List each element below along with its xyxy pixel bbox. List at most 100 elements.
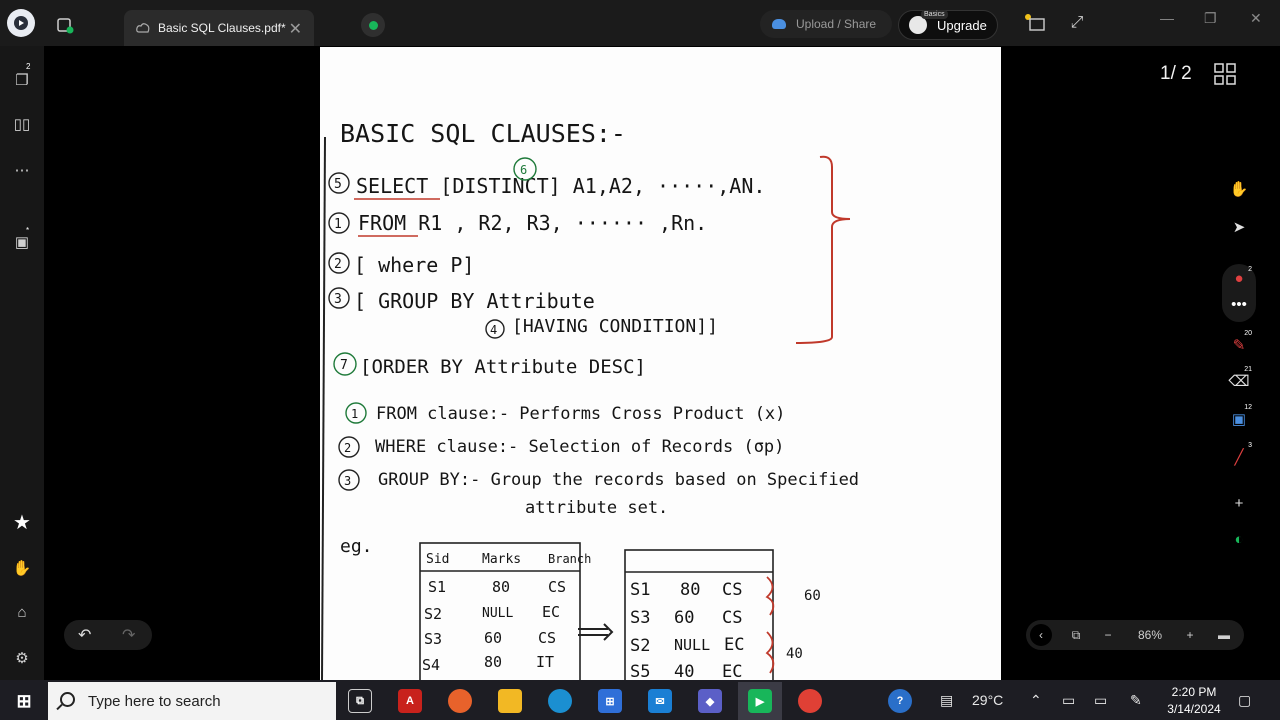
table-cell: CS xyxy=(538,629,556,647)
table-cell: CS xyxy=(722,580,742,600)
firefox-icon[interactable] xyxy=(448,689,472,713)
share-screen-icon[interactable] xyxy=(1024,12,1046,34)
cloud-off-icon xyxy=(136,23,150,33)
taskbar-search[interactable]: Type here to search xyxy=(48,682,336,720)
table-cell: CS xyxy=(722,608,742,628)
temperature[interactable]: 29°C xyxy=(972,692,1003,708)
clause-having: [HAVING CONDITION]] xyxy=(512,316,718,337)
clock-time: 2:20 PM xyxy=(1171,685,1217,699)
restore-button[interactable]: ❐ xyxy=(1204,10,1217,27)
file-explorer-icon[interactable] xyxy=(498,689,522,713)
page-grid-icon[interactable] xyxy=(1214,63,1236,85)
note-num: 3 xyxy=(344,474,351,488)
windows-start-icon[interactable]: ⊞ xyxy=(12,689,36,713)
table-cell: S4 xyxy=(422,656,440,674)
close-window-button[interactable]: ✕ xyxy=(1250,10,1262,27)
document-tab[interactable]: Basic SQL Clauses.pdf* ✕ xyxy=(124,10,314,46)
clause-num: 4 xyxy=(490,323,497,337)
doc-title: BASIC SQL CLAUSES:- xyxy=(340,119,626,148)
note-num: 1 xyxy=(351,407,358,421)
pen-tray-icon[interactable]: ✎ xyxy=(1130,692,1142,709)
zoom-level[interactable]: 86% xyxy=(1130,620,1170,650)
help-icon[interactable]: ? xyxy=(888,689,912,713)
learn-icon[interactable]: ⌂ xyxy=(10,600,34,624)
table-cell: 60 xyxy=(674,608,694,628)
table-cell: S3 xyxy=(630,608,650,628)
new-tab-button[interactable] xyxy=(361,13,385,37)
chrome-icon[interactable] xyxy=(798,689,822,713)
upload-share-button[interactable]: Upload / Share xyxy=(760,10,892,38)
device-icon[interactable]: ▭ xyxy=(1062,692,1075,709)
hand-wave-icon[interactable]: ✋ xyxy=(10,556,34,580)
table-cell: S3 xyxy=(424,630,442,648)
weather-icon[interactable]: ▤ xyxy=(940,692,953,709)
zoom-in-icon[interactable]: + xyxy=(1180,620,1200,650)
note-group-by-cont: attribute set. xyxy=(525,498,668,518)
fullscreen-icon[interactable]: ⤢ xyxy=(1068,14,1086,32)
upgrade-button[interactable]: Basics Upgrade xyxy=(898,10,998,40)
pen-tool-group[interactable]: ● 2 ••• xyxy=(1222,264,1256,322)
note-group-by: GROUP BY:- Group the records based on Sp… xyxy=(378,470,859,490)
line-badge: 3 xyxy=(1248,442,1252,449)
acrobat-icon[interactable]: A xyxy=(398,689,422,713)
pdf-reader-icon[interactable]: ▶ xyxy=(748,689,772,713)
task-view-icon[interactable]: ⧉ xyxy=(348,689,372,713)
pages-icon[interactable]: ❐ xyxy=(10,68,34,92)
notifications-icon[interactable]: ▢ xyxy=(1238,692,1251,709)
table-cell: 80 xyxy=(680,580,700,600)
zoom-bar: ‹ ⧉ − 86% + ▬ xyxy=(1026,620,1244,650)
note-num: 2 xyxy=(344,441,351,455)
upload-share-label: Upload / Share xyxy=(796,17,877,31)
app-logo-icon[interactable] xyxy=(7,9,35,37)
store-icon[interactable]: ⊞ xyxy=(598,689,622,713)
battery-icon[interactable]: ▭ xyxy=(1094,692,1107,709)
table-original: Sid Marks Branch S1 80 CS S2 NULL EC S3 … xyxy=(419,542,591,680)
home-icon[interactable] xyxy=(55,15,75,35)
note-where: WHERE clause:- Selection of Records (σp) xyxy=(375,437,784,457)
more-tools-icon: ••• xyxy=(1231,296,1247,313)
minimize-button[interactable]: — xyxy=(1160,10,1174,26)
eraser-icon[interactable]: ⌫ 21 xyxy=(1222,366,1256,396)
text-box-icon[interactable]: ▣ 12 xyxy=(1222,404,1256,434)
table-cell: 40 xyxy=(674,662,694,680)
tray-chevron-icon[interactable]: ⌃ xyxy=(1030,692,1042,709)
reader-icon[interactable]: ▯▯ xyxy=(10,112,34,136)
layout-icon[interactable]: ▬ xyxy=(1214,620,1234,650)
title-bar: Basic SQL Clauses.pdf* ✕ Upload / Share … xyxy=(0,0,1280,46)
example-label: eg. xyxy=(340,536,373,557)
table-cell: 80 xyxy=(484,653,502,671)
line-tool-icon[interactable]: ╱ 3 xyxy=(1222,442,1256,472)
close-tab-icon[interactable]: ✕ xyxy=(289,19,302,39)
zoom-out-icon[interactable]: − xyxy=(1098,620,1118,650)
clause-num: 1 xyxy=(334,217,342,232)
hand-tool-icon[interactable]: ✋ xyxy=(1222,174,1256,204)
clause-from: FROM R1 , R2, R3, ······ ,Rn. xyxy=(358,211,707,235)
clause-where: [ where P] xyxy=(354,253,474,277)
clause-num: 7 xyxy=(340,358,348,373)
copilot-icon[interactable]: ◆ xyxy=(698,689,722,713)
group-label: 60 xyxy=(804,588,821,604)
fit-page-icon[interactable]: ⧉ xyxy=(1066,620,1086,650)
table-header: Branch xyxy=(548,552,591,566)
mail-icon[interactable]: ✉ xyxy=(648,689,672,713)
add-tool-icon[interactable]: + xyxy=(1222,488,1256,518)
settings-icon[interactable]: ⚙ xyxy=(10,646,34,670)
table-cell: NULL xyxy=(482,606,513,621)
select-arrow-icon[interactable]: ➤ xyxy=(1222,212,1256,242)
page-indicator[interactable]: 1/ 2 xyxy=(1160,63,1192,85)
star-icon[interactable]: ★ xyxy=(10,510,34,534)
table-cell: 60 xyxy=(484,629,502,647)
brace-icon xyxy=(795,155,851,344)
pen-badge: 2 xyxy=(1248,266,1252,273)
system-clock[interactable]: 2:20 PM 3/14/2024 xyxy=(1164,684,1224,718)
edge-icon[interactable] xyxy=(548,689,572,713)
redo-icon[interactable]: ↷ xyxy=(122,625,135,645)
undo-icon[interactable]: ↶ xyxy=(78,625,91,645)
prev-page-icon[interactable]: ‹ xyxy=(1030,624,1052,646)
eraser-badge: 21 xyxy=(1244,366,1252,373)
more-icon[interactable]: ⋯ xyxy=(10,158,34,182)
marker-icon[interactable]: ✎ 20 xyxy=(1222,330,1256,360)
ai-assistant-icon[interactable]: ◐ xyxy=(1222,524,1256,554)
bookmark-icon[interactable]: ▣ xyxy=(10,230,34,254)
pdf-page[interactable]: BASIC SQL CLAUSES:- 5 SELECT [DISTINCT] … xyxy=(320,47,1001,680)
